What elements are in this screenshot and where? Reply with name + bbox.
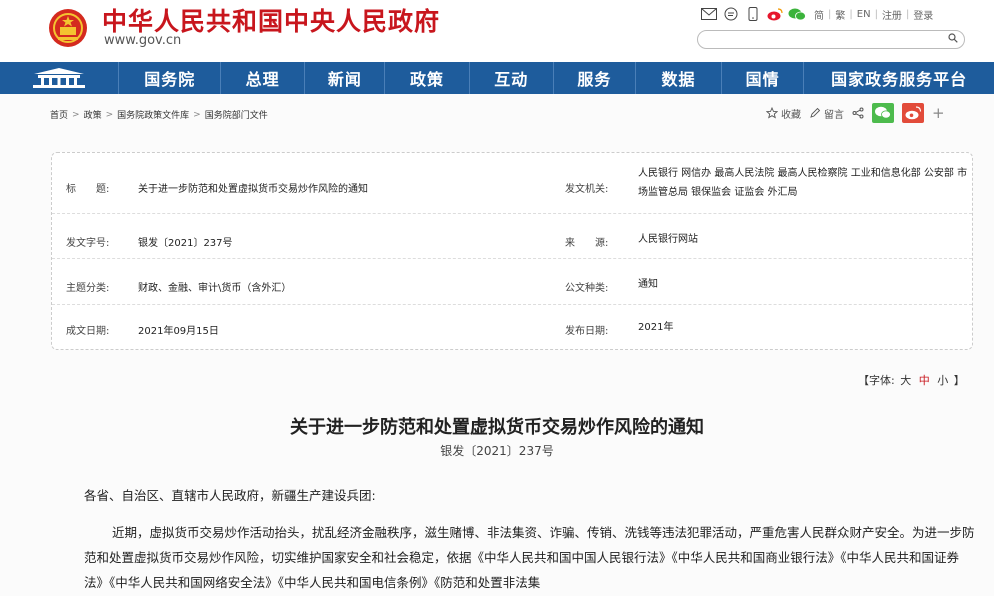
nav-item-national-conditions[interactable]: 国情 bbox=[722, 62, 805, 94]
info-row: 标 题: 关于进一步防范和处置虚拟货币交易炒作风险的通知 发文机关: 人民银行 … bbox=[52, 153, 972, 214]
top-toolbar: 简 | 繁 | EN | 注册 | 登录 bbox=[700, 5, 937, 23]
lang-english-link[interactable]: EN bbox=[853, 9, 875, 20]
wechat-icon[interactable] bbox=[788, 7, 806, 21]
share-icon[interactable] bbox=[852, 107, 864, 119]
nav-item-service[interactable]: 服务 bbox=[554, 62, 636, 94]
nav-item-state-council[interactable]: 国务院 bbox=[119, 62, 222, 94]
search-icon[interactable] bbox=[948, 33, 958, 46]
breadcrumb-policy-library[interactable]: 国务院政策文件库 bbox=[117, 108, 189, 121]
info-row: 成文日期: 2021年09月15日 发布日期: 2021年 bbox=[52, 305, 972, 349]
source-value: 人民银行网站 bbox=[638, 234, 698, 245]
breadcrumb-department-docs[interactable]: 国务院部门文件 bbox=[205, 108, 268, 121]
mobile-icon[interactable] bbox=[744, 7, 762, 21]
pencil-icon bbox=[810, 107, 821, 118]
info-row: 主题分类: 财政、金融、审计\货币（含外汇） 公文种类: 通知 bbox=[52, 259, 972, 305]
breadcrumb: 首页 > 政策 > 国务院政策文件库 > 国务院部门文件 bbox=[50, 108, 268, 122]
doctype-value: 通知 bbox=[638, 279, 658, 290]
info-row: 发文字号: 银发〔2021〕237号 来 源: 人民银行网站 bbox=[52, 214, 972, 259]
article-actions: 收藏 留言 + bbox=[766, 103, 953, 123]
national-emblem-icon[interactable] bbox=[48, 8, 88, 48]
title-label: 标 题: bbox=[66, 184, 110, 195]
font-size-selector: 【字体: 大 中 小 】 bbox=[858, 374, 965, 387]
nav-item-premier[interactable]: 总理 bbox=[221, 62, 306, 94]
breadcrumb-policy[interactable]: 政策 bbox=[84, 108, 102, 121]
source-label: 来 源: bbox=[565, 238, 609, 249]
lang-simplified-link[interactable]: 简 bbox=[810, 7, 828, 22]
topic-label: 主题分类: bbox=[66, 283, 110, 294]
message-icon[interactable] bbox=[722, 7, 740, 21]
document-salutation: 各省、自治区、直辖市人民政府，新疆生产建设兵团: bbox=[84, 488, 376, 503]
docno-label: 发文字号: bbox=[66, 238, 110, 249]
written-date-label: 成文日期: bbox=[66, 326, 110, 337]
star-icon bbox=[766, 107, 778, 119]
share-weibo-icon[interactable] bbox=[902, 103, 924, 123]
breadcrumb-home[interactable]: 首页 bbox=[50, 108, 68, 121]
published-date-value: 2021年 bbox=[638, 322, 674, 333]
main-nav: 国务院 总理 新闻 政策 互动 服务 数据 国情 国家政务服务平台 bbox=[0, 62, 994, 94]
published-date-label: 发布日期: bbox=[565, 326, 609, 337]
doctype-label: 公文种类: bbox=[565, 283, 609, 294]
font-size-small[interactable]: 小 bbox=[937, 374, 948, 387]
font-size-medium[interactable]: 中 bbox=[919, 374, 930, 387]
topic-value: 财政、金融、审计\货币（含外汇） bbox=[138, 283, 292, 294]
written-date-value: 2021年09月15日 bbox=[138, 326, 219, 337]
more-share-icon[interactable]: + bbox=[932, 104, 945, 122]
document-paragraph: 近期，虚拟货币交易炒作活动抬头，扰乱经济金融秩序，滋生赌博、非法集资、诈骗、传销… bbox=[84, 525, 975, 590]
chevron-right-icon: > bbox=[105, 109, 114, 120]
search-input[interactable] bbox=[706, 34, 946, 52]
lang-traditional-link[interactable]: 繁 bbox=[831, 7, 849, 22]
nav-item-gov-service-platform[interactable]: 国家政务服务平台 bbox=[804, 62, 994, 94]
register-link[interactable]: 注册 bbox=[878, 7, 906, 22]
comment-button[interactable]: 留言 bbox=[809, 106, 844, 121]
nav-home-icon[interactable] bbox=[0, 62, 120, 94]
docno-value: 银发〔2021〕237号 bbox=[138, 238, 233, 249]
nav-item-interaction[interactable]: 互动 bbox=[470, 62, 554, 94]
issuer-value: 人民银行 网信办 最高人民法院 最高人民检察院 工业和信息化部 公安部 市场监管… bbox=[638, 168, 968, 198]
nav-item-policy[interactable]: 政策 bbox=[385, 62, 470, 94]
document-number: 银发〔2021〕237号 bbox=[440, 444, 554, 458]
site-header: 中华人民共和国中央人民政府 www.gov.cn 简 | 繁 | EN | 注册 | 登… bbox=[0, 0, 994, 62]
site-url[interactable]: www.gov.cn bbox=[104, 33, 181, 48]
share-wechat-icon[interactable] bbox=[872, 103, 894, 123]
issuer-label: 发文机关: bbox=[565, 184, 609, 195]
nav-item-data[interactable]: 数据 bbox=[636, 62, 723, 94]
document-info-table: 标 题: 关于进一步防范和处置虚拟货币交易炒作风险的通知 发文机关: 人民银行 … bbox=[51, 152, 973, 350]
search-box bbox=[697, 30, 965, 52]
document-title: 关于进一步防范和处置虚拟货币交易炒作风险的通知 bbox=[290, 417, 704, 438]
login-link[interactable]: 登录 bbox=[909, 7, 937, 22]
mail-icon[interactable] bbox=[700, 7, 718, 21]
chevron-right-icon: > bbox=[193, 109, 201, 120]
favorite-button[interactable]: 收藏 bbox=[766, 106, 801, 121]
title-value: 关于进一步防范和处置虚拟货币交易炒作风险的通知 bbox=[138, 184, 368, 195]
chevron-right-icon: > bbox=[72, 109, 80, 120]
font-size-large[interactable]: 大 bbox=[900, 374, 911, 387]
weibo-icon[interactable] bbox=[766, 7, 784, 21]
nav-item-news[interactable]: 新闻 bbox=[305, 62, 386, 94]
